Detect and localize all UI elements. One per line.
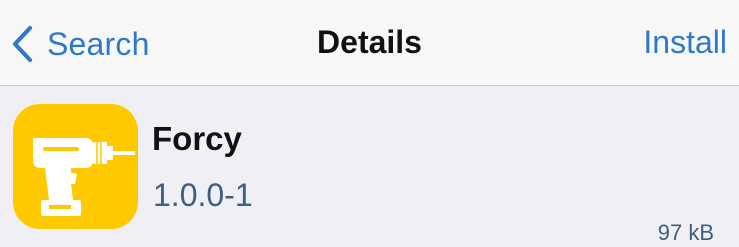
power-drill-icon (33, 138, 135, 216)
app-icon (13, 104, 138, 229)
package-name: Forcy (152, 120, 242, 157)
package-version: 1.0.0-1 (153, 177, 253, 213)
package-size: 97 kB (657, 220, 714, 245)
package-header: Forcy 1.0.0-1 97 kB (0, 86, 739, 247)
navigation-bar: Search Details Install (0, 0, 739, 86)
install-button[interactable]: Install (643, 24, 727, 61)
page-title: Details (317, 24, 422, 60)
